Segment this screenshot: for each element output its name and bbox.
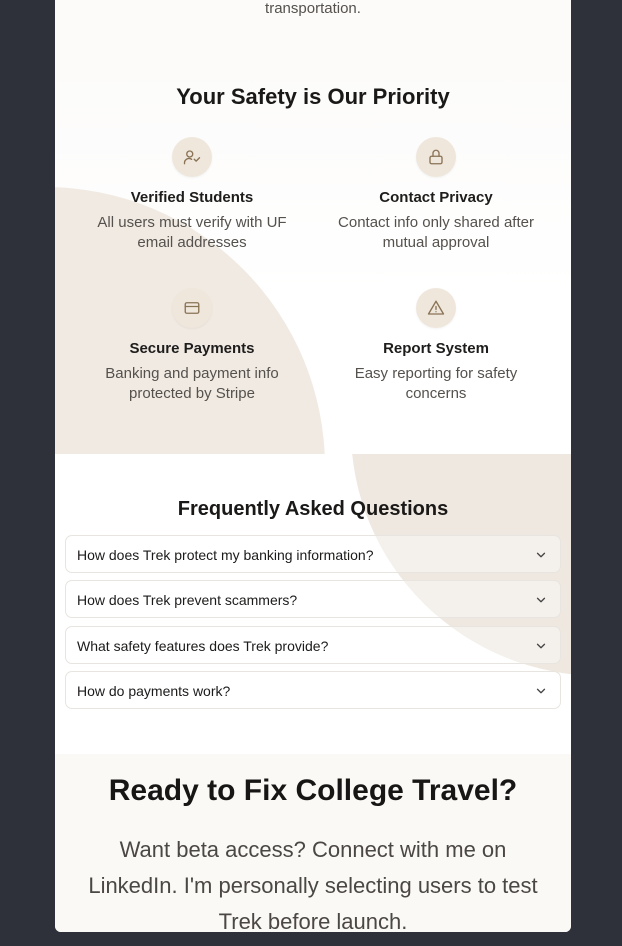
faq-item-scammers[interactable]: How does Trek prevent scammers? xyxy=(65,580,561,618)
feature-verified-students: Verified Students All users must verify … xyxy=(82,137,302,253)
faq-section: Frequently Asked Questions How does Trek… xyxy=(55,454,571,754)
faq-question: How do payments work? xyxy=(77,683,231,699)
cta-section: Ready to Fix College Travel? Want beta a… xyxy=(55,754,571,932)
faq-item-payments[interactable]: How do payments work? xyxy=(65,671,561,709)
cta-title: Ready to Fix College Travel? xyxy=(108,774,518,807)
chevron-down-icon xyxy=(536,643,546,649)
intro-text: transportation. xyxy=(265,0,361,17)
user-check-icon xyxy=(172,137,212,177)
feature-contact-privacy: Contact Privacy Contact info only shared… xyxy=(326,137,546,253)
feature-title: Secure Payments xyxy=(129,340,255,357)
safety-title: Your Safety is Our Priority xyxy=(176,84,450,109)
alert-triangle-icon xyxy=(416,288,456,328)
intro-section: transportation. xyxy=(55,0,571,60)
chevron-down-icon xyxy=(536,597,546,603)
feature-title: Verified Students xyxy=(130,189,254,206)
feature-title: Contact Privacy xyxy=(379,189,493,206)
feature-title: Report System xyxy=(383,340,489,357)
feature-desc: Banking and payment info protected by St… xyxy=(105,365,279,402)
feature-desc: All users must verify with UF email addr… xyxy=(97,214,287,251)
chevron-down-icon xyxy=(536,688,546,694)
faq-question: How does Trek protect my banking informa… xyxy=(77,547,374,563)
feature-secure-payments: Secure Payments Banking and payment info… xyxy=(82,288,302,404)
page: transportation. Your Safety is Our Prior… xyxy=(55,0,571,932)
faq-question: What safety features does Trek provide? xyxy=(77,638,329,654)
credit-card-icon xyxy=(172,288,212,328)
cta-text: Want beta access? Connect with me on Lin… xyxy=(88,837,538,932)
safety-section: Your Safety is Our Priority Verified Stu… xyxy=(55,60,571,454)
feature-desc: Contact info only shared after mutual ap… xyxy=(338,214,534,251)
feature-desc: Easy reporting for safety concerns xyxy=(354,365,518,402)
faq-question: How does Trek prevent scammers? xyxy=(77,592,298,608)
faq-title: Frequently Asked Questions xyxy=(177,498,449,520)
faq-item-safety-features[interactable]: What safety features does Trek provide? xyxy=(65,626,561,664)
lock-icon xyxy=(416,137,456,177)
faq-item-banking[interactable]: How does Trek protect my banking informa… xyxy=(65,535,561,573)
feature-report-system: Report System Easy reporting for safety … xyxy=(326,288,546,404)
chevron-down-icon xyxy=(536,552,546,558)
